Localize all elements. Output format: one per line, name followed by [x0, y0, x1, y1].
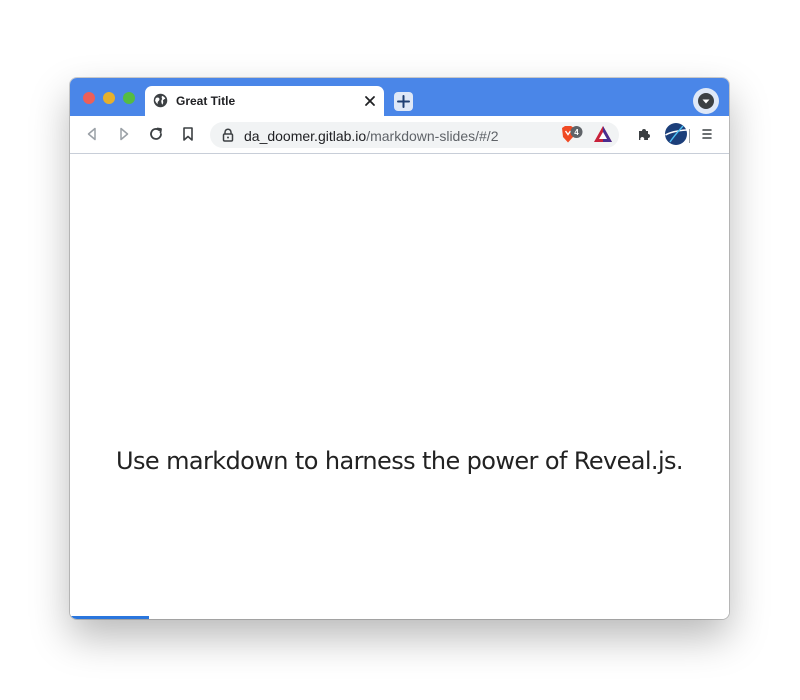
lock-icon[interactable] [222, 128, 234, 142]
extensions-icon[interactable] [636, 126, 652, 142]
shields-badge-count: 4 [574, 128, 579, 137]
close-window-button[interactable] [83, 92, 95, 104]
active-tab[interactable]: Great Title [145, 86, 384, 116]
chevron-down-icon [698, 93, 714, 109]
minimize-window-button[interactable] [103, 92, 115, 104]
plus-icon [397, 95, 410, 108]
bookmark-icon[interactable] [180, 126, 196, 142]
browser-window: Great Title da_doomer.gitlab.io/markdown… [70, 78, 729, 619]
url-text[interactable]: da_doomer.gitlab.io/markdown-slides/#/2 [244, 128, 498, 144]
menu-icon[interactable] [699, 126, 715, 142]
address-bar[interactable]: da_doomer.gitlab.io/markdown-slides/#/2 [210, 122, 690, 148]
new-tab-button[interactable] [394, 92, 413, 111]
tab-title: Great Title [176, 94, 236, 108]
brave-shield-icon[interactable]: 4 [560, 125, 584, 145]
profile-menu-button[interactable] [693, 88, 719, 114]
maximize-window-button[interactable] [123, 92, 135, 104]
forward-icon[interactable] [116, 126, 132, 142]
page-content: Use markdown to harness the power of Rev… [70, 154, 729, 619]
brave-rewards-icon[interactable] [593, 125, 613, 143]
back-icon[interactable] [84, 126, 100, 142]
toolbar: da_doomer.gitlab.io/markdown-slides/#/2 … [70, 116, 729, 154]
reload-icon[interactable] [148, 126, 164, 142]
title-bar: Great Title [70, 78, 729, 116]
slide-progress-bar [70, 616, 729, 619]
slide-text: Use markdown to harness the power of Rev… [116, 447, 684, 475]
url-host: da_doomer.gitlab.io [244, 128, 367, 144]
profile-avatar-icon[interactable] [664, 122, 688, 146]
close-tab-icon[interactable] [364, 95, 376, 107]
url-path: /markdown-slides/#/2 [366, 128, 499, 144]
url-divider [689, 129, 690, 143]
globe-icon [153, 93, 168, 108]
slide-progress-fill [70, 616, 150, 619]
